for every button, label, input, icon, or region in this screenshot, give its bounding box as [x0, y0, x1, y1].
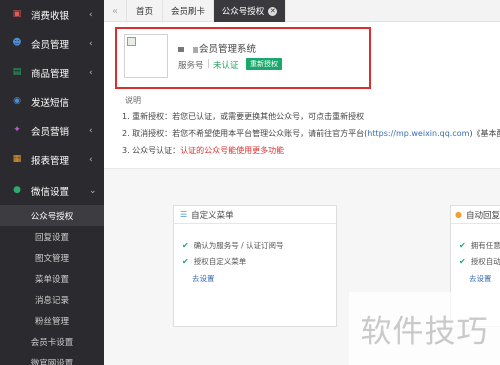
note-verification: 3. 公众号认证：认证的公众号能使用更多功能 — [122, 146, 285, 155]
verification-status: 未认证 — [213, 61, 239, 71]
card-title: 自定义菜单 — [191, 210, 234, 221]
go-settings-link[interactable]: 去设置 — [192, 273, 215, 284]
account-avatar — [124, 34, 168, 78]
menu-item-label: 会员管理 — [31, 39, 70, 51]
official-platform-link[interactable]: https://mp.weixin.qq.com — [367, 129, 469, 138]
requirement-item: ✔ 拥有任意 — [459, 241, 500, 250]
tab-home[interactable]: 首页 — [127, 0, 163, 22]
requirement-item: ✔ 确认为服务号 / 认证订阅号 — [182, 241, 284, 250]
note-cancel-authorization: 2. 取消授权：若您不希望使用本平台管理公众账号，请前往官方平台(https:/… — [122, 129, 500, 138]
requirement-item: ✔ 授权自定义菜单 — [182, 257, 247, 266]
redacted-mark — [193, 46, 198, 53]
submenu-item-fans-management[interactable]: 粉丝管理 — [0, 310, 104, 331]
submenu-item-microsite-settings[interactable]: 微官网设置 — [0, 352, 104, 365]
chevron-left-icon: ‹ — [89, 67, 93, 78]
custom-menu-card: ☰ 自定义菜单 ✔ 确认为服务号 / 认证订阅号 ✔ 授权自定义菜单 去设置 — [173, 205, 337, 327]
menu-item-sms[interactable]: ◉ 发送短信 — [0, 87, 104, 116]
menu-item-members[interactable]: ☻ 会员管理 ‹ — [0, 29, 104, 58]
account-separator: | — [207, 59, 210, 69]
menu-item-goods[interactable]: ▤ 商品管理 ‹ — [0, 58, 104, 87]
submenu-item-member-card-settings[interactable]: 会员卡设置 — [0, 331, 104, 352]
members-icon: ☻ — [12, 38, 22, 48]
chevron-left-icon: ‹ — [89, 154, 93, 165]
menu-item-marketing[interactable]: ✦ 会员营销 ‹ — [0, 116, 104, 145]
tab-label: 会员刷卡 — [170, 7, 205, 17]
check-icon: ✔ — [459, 257, 466, 266]
submenu-item-message-log[interactable]: 消息记录 — [0, 289, 104, 310]
card-header: ● 自动回复 — [451, 206, 500, 224]
submenu-item-menu-settings[interactable]: 菜单设置 — [0, 268, 104, 289]
close-icon[interactable]: ✕ — [268, 6, 278, 16]
chat-icon: ● — [455, 210, 462, 219]
requirement-item: ✔ 授权自动 — [459, 257, 500, 266]
notes-title: 说明 — [125, 96, 141, 105]
menu-item-cashier[interactable]: ▣ 消费收银 ‹ — [0, 0, 104, 29]
tab-label: 公众号授权 — [221, 7, 265, 17]
wechat-icon: ● — [13, 185, 21, 195]
menu-item-reports[interactable]: ▦ 报表管理 ‹ — [0, 145, 104, 174]
card-header: ☰ 自定义菜单 — [174, 206, 336, 224]
submenu-item-article-management[interactable]: 图文管理 — [0, 247, 104, 268]
submenu-item-authorization[interactable]: 公众号授权 — [0, 205, 104, 226]
reauthorize-button[interactable]: 重新授权 — [246, 58, 282, 70]
gift-icon: ✦ — [13, 125, 21, 135]
redacted-mark — [178, 47, 184, 52]
goods-icon: ▤ — [12, 67, 22, 77]
collapse-sidebar-button[interactable]: « — [104, 0, 127, 22]
menu-item-label: 发送短信 — [31, 97, 70, 109]
tab-account-authorization[interactable]: 公众号授权 ✕ — [214, 0, 286, 22]
chevron-left-icon: ‹ — [89, 9, 93, 20]
report-icon: ▦ — [12, 154, 22, 164]
account-name: 会员管理系统 — [178, 41, 256, 55]
account-type: 服务号 — [178, 61, 204, 71]
chevron-left-icon: ‹ — [89, 38, 93, 49]
menu-item-label: 商品管理 — [31, 68, 70, 80]
card-title: 自动回复 — [465, 210, 500, 221]
check-icon: ✔ — [182, 241, 189, 250]
sms-icon: ◉ — [13, 96, 21, 106]
broken-image-icon — [127, 37, 136, 46]
submenu-item-reply-settings[interactable]: 回复设置 — [0, 226, 104, 247]
note-reauthorize: 1. 重新授权：若您已认证，或需要更换其他公众号，可点击重新授权 — [122, 112, 365, 121]
sidebar: ▣ 消费收银 ‹ ☻ 会员管理 ‹ ▤ 商品管理 ‹ ◉ 发送短信 ✦ 会员营销… — [0, 0, 104, 365]
menu-item-label: 消费收银 — [31, 10, 70, 22]
watermark-text: 软件技巧 — [360, 314, 489, 350]
menu-item-label: 报表管理 — [31, 155, 70, 167]
menu-item-label: 会员营销 — [31, 126, 70, 138]
tab-label: 首页 — [135, 7, 153, 17]
cashier-icon: ▣ — [12, 9, 22, 19]
tab-member-swipe[interactable]: 会员刷卡 — [163, 0, 214, 22]
menu-item-wechat[interactable]: ● 微信设置 ⌄ — [0, 176, 104, 205]
go-settings-link[interactable]: 去设置 — [469, 273, 492, 284]
chevron-down-icon: ⌄ — [89, 185, 97, 196]
check-icon: ✔ — [182, 257, 189, 266]
list-icon: ☰ — [180, 210, 188, 219]
tab-bar: « 首页 会员刷卡 公众号授权 ✕ — [104, 0, 500, 22]
verification-warning: 认证的公众号能使用更多功能 — [180, 146, 285, 155]
menu-item-label: 微信设置 — [31, 186, 70, 198]
check-icon: ✔ — [459, 241, 466, 250]
chevron-left-icon: ‹ — [89, 125, 93, 136]
watermark: 软件技巧 — [349, 292, 500, 365]
